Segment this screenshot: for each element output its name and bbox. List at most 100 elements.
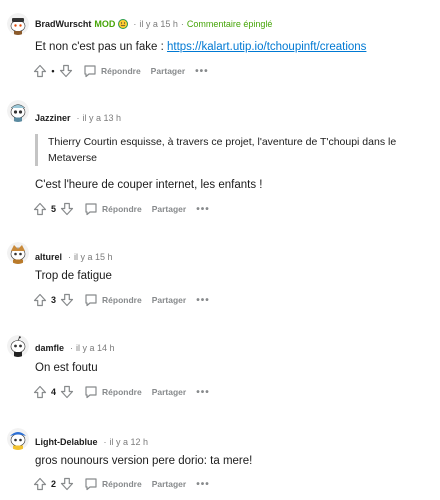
- snoo-avatar-icon: [7, 428, 29, 450]
- downvote-arrow-icon[interactable]: [60, 385, 74, 399]
- share-button[interactable]: Partager: [151, 66, 186, 76]
- comment-text: Et non c'est pas un fake :: [35, 41, 167, 53]
- comment-actions: 2 Répondre Partager •••: [33, 477, 210, 491]
- share-label: Partager: [151, 387, 187, 397]
- separator: ·: [133, 19, 137, 29]
- comment-jazziner: Jazziner · il y a 13 h Thierry Courtin e…: [0, 90, 440, 230]
- reply-label: Répondre: [102, 204, 142, 214]
- timestamp[interactable]: il y a 12 h: [110, 437, 149, 447]
- avatar[interactable]: [7, 100, 29, 122]
- comment-text: Trop de fatigue: [35, 270, 112, 282]
- comment-actions: • Répondre Partager •••: [33, 64, 209, 78]
- downvote-arrow-icon[interactable]: [59, 64, 73, 78]
- upvote-arrow-icon[interactable]: [33, 202, 47, 216]
- more-options-button[interactable]: •••: [196, 387, 210, 398]
- speech-bubble-icon: [85, 478, 97, 491]
- comment-light-delablue: Light-Delablue · il y a 12 h gros nounou…: [0, 420, 440, 500]
- avatar[interactable]: [7, 13, 29, 35]
- more-options-button[interactable]: •••: [195, 66, 209, 77]
- reply-label: Répondre: [101, 66, 141, 76]
- speech-bubble-icon: [84, 65, 96, 78]
- reply-label: Répondre: [102, 295, 142, 305]
- share-button[interactable]: Partager: [152, 295, 187, 305]
- vote-count: 3: [51, 295, 57, 305]
- comment-quote: Thierry Courtin esquisse, à travers ce p…: [35, 134, 418, 166]
- share-button[interactable]: Partager: [152, 479, 187, 489]
- reply-button[interactable]: Répondre: [84, 293, 142, 307]
- comment-header: Light-Delablue · il y a 12 h: [35, 437, 148, 447]
- author-name[interactable]: alturel: [35, 252, 62, 262]
- comment-body: Trop de fatigue: [35, 270, 112, 282]
- timestamp[interactable]: il y a 15 h: [139, 19, 178, 29]
- more-options-button[interactable]: •••: [196, 479, 210, 490]
- upvote-arrow-icon[interactable]: [33, 64, 47, 78]
- share-button[interactable]: Partager: [152, 204, 187, 214]
- author-name[interactable]: BradWurscht: [35, 19, 91, 29]
- author-name[interactable]: Light-Delablue: [35, 437, 98, 447]
- downvote-arrow-icon[interactable]: [60, 202, 74, 216]
- snoo-avatar-icon: [7, 13, 29, 35]
- more-options-button[interactable]: •••: [196, 295, 210, 306]
- share-label: Partager: [151, 479, 187, 489]
- vote-count: 5: [51, 204, 57, 214]
- snoo-avatar-icon: [7, 242, 29, 264]
- comment-actions: 3 Répondre Partager •••: [33, 293, 210, 307]
- comment-header: Jazziner · il y a 13 h: [35, 113, 121, 123]
- downvote-arrow-icon[interactable]: [60, 293, 74, 307]
- downvote-arrow-icon[interactable]: [60, 477, 74, 491]
- snoo-avatar-icon: [7, 335, 29, 357]
- comment-header: BradWurscht MOD · il y a 15 h · Commenta…: [35, 19, 272, 29]
- reply-button[interactable]: Répondre: [84, 477, 142, 491]
- comment-link[interactable]: https://kalart.utip.io/tchoupinft/creati…: [167, 41, 366, 53]
- more-options-button[interactable]: •••: [196, 204, 210, 215]
- separator: ·: [68, 252, 72, 262]
- comment-alturel: alturel · il y a 15 h Trop de fatigue 3 …: [0, 232, 440, 317]
- share-label: Partager: [150, 66, 186, 76]
- vote-count: 2: [51, 479, 57, 489]
- comment-header: alturel · il y a 15 h: [35, 252, 113, 262]
- comment-bradwurscht: BradWurscht MOD · il y a 15 h · Commenta…: [0, 0, 440, 85]
- comment-actions: 5 Répondre Partager •••: [33, 202, 210, 216]
- comment-body: gros nounours version pere dorio: ta mer…: [35, 455, 252, 467]
- comment-header: damfle · il y a 14 h: [35, 343, 115, 353]
- separator: ·: [180, 19, 184, 29]
- snoo-avatar-icon: [7, 100, 29, 122]
- timestamp[interactable]: il y a 13 h: [83, 113, 122, 123]
- author-name[interactable]: damfle: [35, 343, 64, 353]
- speech-bubble-icon: [85, 386, 97, 399]
- separator: ·: [70, 343, 74, 353]
- author-name[interactable]: Jazziner: [35, 113, 71, 123]
- timestamp[interactable]: il y a 15 h: [74, 252, 113, 262]
- speech-bubble-icon: [85, 294, 97, 307]
- avatar[interactable]: [7, 335, 29, 357]
- reply-label: Répondre: [102, 387, 142, 397]
- reply-button[interactable]: Répondre: [84, 202, 142, 216]
- comment-body: Et non c'est pas un fake : https://kalar…: [35, 41, 366, 53]
- reply-button[interactable]: Répondre: [84, 385, 142, 399]
- comment-body: C'est l'heure de couper internet, les en…: [35, 179, 263, 191]
- avatar[interactable]: [7, 242, 29, 264]
- avatar[interactable]: [7, 428, 29, 450]
- reply-button[interactable]: Répondre: [83, 64, 141, 78]
- comment-damfle: damfle · il y a 14 h On est foutu 4 Répo…: [0, 325, 440, 410]
- share-label: Partager: [151, 295, 187, 305]
- vote-count: 4: [51, 387, 57, 397]
- upvote-arrow-icon[interactable]: [33, 385, 47, 399]
- mod-badge: MOD: [94, 19, 116, 29]
- upvote-arrow-icon[interactable]: [33, 477, 47, 491]
- vote-count: •: [51, 66, 55, 76]
- comment-text: gros nounours version pere dorio: ta mer…: [35, 455, 253, 467]
- comment-text: On est foutu: [35, 362, 98, 374]
- separator: ·: [103, 437, 107, 447]
- separator: ·: [76, 113, 80, 123]
- comment-text: C'est l'heure de couper internet, les en…: [35, 179, 263, 191]
- pinned-label: Commentaire épinglé: [186, 19, 273, 29]
- upvote-arrow-icon[interactable]: [33, 293, 47, 307]
- speech-bubble-icon: [85, 203, 97, 216]
- reply-label: Répondre: [102, 479, 142, 489]
- share-button[interactable]: Partager: [152, 387, 187, 397]
- comment-actions: 4 Répondre Partager •••: [33, 385, 210, 399]
- comment-body: On est foutu: [35, 362, 98, 374]
- smile-face-emoji-icon: [118, 19, 129, 29]
- timestamp[interactable]: il y a 14 h: [76, 343, 115, 353]
